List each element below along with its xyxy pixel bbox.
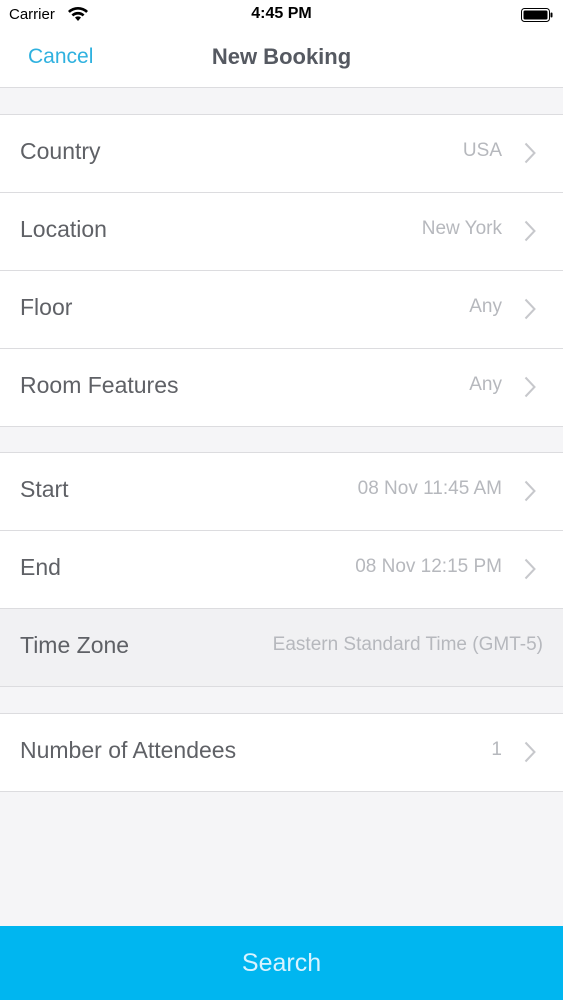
- chevron-right-icon: [524, 220, 536, 242]
- row-number-of-attendees[interactable]: Number of Attendees 1: [0, 714, 563, 791]
- row-floor[interactable]: Floor Any: [0, 271, 563, 349]
- time-settings-group: Start 08 Nov 11:45 AM End 08 Nov 12:15 P…: [0, 452, 563, 687]
- chevron-right-icon: [524, 376, 536, 398]
- row-value: USA: [462, 140, 502, 161]
- row-label: Number of Attendees: [20, 737, 237, 763]
- attendees-group: Number of Attendees 1: [0, 713, 563, 792]
- row-label: Country: [20, 138, 101, 164]
- row-value: 08 Nov 12:15 PM: [355, 556, 502, 577]
- chevron-right-icon: [524, 480, 536, 502]
- row-value: New York: [421, 218, 502, 239]
- row-label: End: [20, 554, 61, 580]
- row-country[interactable]: Country USA: [0, 115, 563, 193]
- status-bar: Carrier 4:45 PM: [0, 0, 563, 30]
- chevron-right-icon: [524, 298, 536, 320]
- row-label: Time Zone: [20, 632, 130, 658]
- battery-icon: [521, 8, 553, 22]
- row-label: Room Features: [20, 372, 179, 398]
- row-value: Eastern Standard Time (GMT-5): [272, 634, 543, 655]
- page-title: New Booking: [211, 44, 352, 69]
- row-label: Location: [20, 216, 107, 242]
- row-location[interactable]: Location New York: [0, 193, 563, 271]
- row-value: Any: [469, 296, 502, 317]
- row-value: 08 Nov 11:45 AM: [357, 478, 502, 499]
- row-value: 1: [491, 739, 502, 760]
- status-time: 4:45 PM: [251, 5, 312, 22]
- row-start[interactable]: Start 08 Nov 11:45 AM: [0, 453, 563, 531]
- location-settings-group: Country USA Location New York Floor Any …: [0, 114, 563, 427]
- chevron-right-icon: [524, 558, 536, 580]
- chevron-right-icon: [524, 142, 536, 164]
- chevron-right-icon: [524, 741, 536, 763]
- row-value: Any: [469, 374, 502, 395]
- row-end[interactable]: End 08 Nov 12:15 PM: [0, 531, 563, 609]
- search-button[interactable]: Search: [0, 926, 563, 1000]
- row-label: Floor: [20, 294, 73, 320]
- row-room-features[interactable]: Room Features Any: [0, 349, 563, 426]
- navigation-bar: Cancel New Booking: [0, 30, 563, 88]
- row-time-zone: Time Zone Eastern Standard Time (GMT-5): [0, 609, 563, 686]
- row-label: Start: [20, 476, 69, 502]
